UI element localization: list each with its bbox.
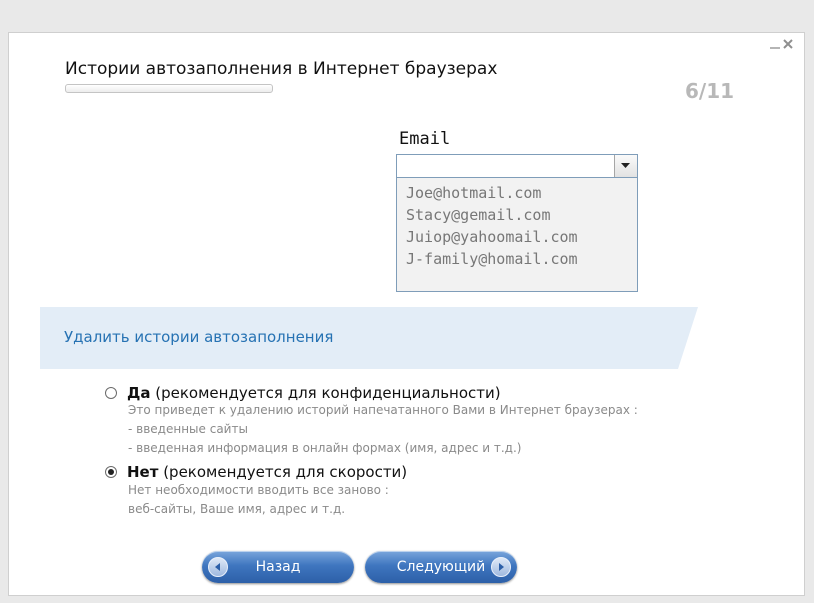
- section-title: Удалить истории автозаполнения: [64, 328, 334, 346]
- step-counter: 6/11: [685, 79, 735, 103]
- chevron-down-icon: [614, 155, 637, 177]
- arrow-right-icon: [491, 557, 511, 577]
- option-yes-description: Это приведет к удалению историй напечата…: [128, 403, 638, 417]
- list-item: Juiop@yahoomail.com: [406, 228, 578, 246]
- email-dropdown: [396, 154, 638, 178]
- page-title: Истории автозаполнения в Интернет браузе…: [65, 59, 498, 79]
- back-button-label: Назад: [255, 559, 301, 575]
- radio-no[interactable]: [105, 466, 117, 478]
- option-yes-label: Да (рекомендуется для конфиденциальности…: [127, 384, 501, 402]
- minimize-icon[interactable]: [770, 39, 780, 49]
- section-banner: Удалить истории автозаполнения: [40, 307, 698, 369]
- list-item: J-family@homail.com: [406, 250, 578, 268]
- radio-yes[interactable]: [105, 387, 117, 399]
- list-item: Stacy@gemail.com: [406, 206, 551, 224]
- close-icon[interactable]: [782, 39, 794, 51]
- option-no-label: Нет (рекомендуется для скорости): [127, 463, 408, 481]
- option-yes-description: - введенные сайты: [128, 422, 248, 436]
- progress-bar: [65, 84, 273, 93]
- list-item: Joe@hotmail.com: [406, 184, 542, 202]
- wizard-window: Истории автозаполнения в Интернет браузе…: [8, 32, 805, 596]
- email-suggestion-list: Joe@hotmail.com Stacy@gemail.com Juiop@y…: [396, 178, 638, 292]
- window-controls: [770, 39, 794, 51]
- option-yes-description: - введенная информация в онлайн формах (…: [128, 441, 522, 455]
- option-no-description: Нет необходимости вводить все заново :: [128, 483, 389, 497]
- email-label: Email: [399, 129, 451, 149]
- next-button[interactable]: Следующий: [365, 551, 517, 583]
- back-button[interactable]: Назад: [202, 551, 354, 583]
- option-no-description: веб-сайты, Ваше имя, адрес и т.д.: [128, 502, 346, 516]
